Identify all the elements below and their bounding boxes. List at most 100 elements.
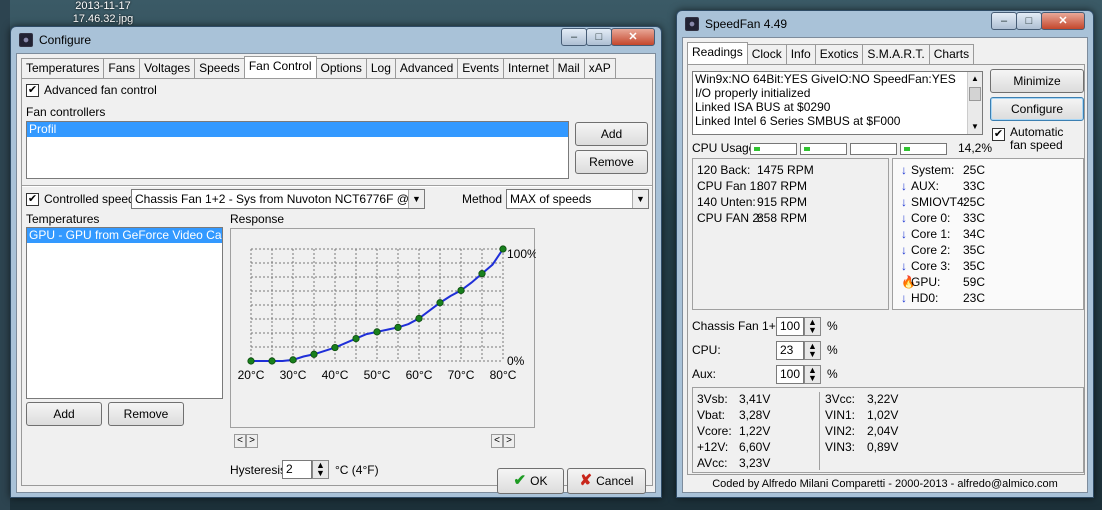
voltage-name: +12V: — [697, 440, 729, 454]
scroll-thumb[interactable] — [969, 87, 981, 101]
temp-name: Core 1: — [911, 227, 951, 241]
hysteresis-input[interactable]: 2 — [282, 460, 312, 479]
tab-speeds[interactable]: Speeds — [194, 58, 245, 78]
tab-s-m-a-r-t[interactable]: S.M.A.R.T. — [862, 44, 930, 64]
add-controller-button[interactable]: Add — [575, 122, 648, 146]
speedfan-tabs: Readings Clock Info Exotics S.M.A.R.T. Charts — [687, 42, 975, 64]
tab-internet[interactable]: Internet — [502, 58, 554, 78]
temp-row: ↓ System: 25C — [901, 163, 985, 179]
desktop-file-label[interactable]: 2013-11-17 17.46.32.jpg — [58, 0, 148, 26]
minimize-icon[interactable]: – — [561, 28, 587, 46]
controlled-speed-checkbox[interactable]: ✔ — [26, 193, 39, 206]
fan-controllers-list[interactable]: Profil — [26, 121, 569, 179]
remove-temperature-button[interactable]: Remove — [108, 402, 184, 426]
chevron-down-icon[interactable]: ▼ — [632, 190, 648, 208]
speed-input-chassis-fan-1-2[interactable]: 100 — [776, 317, 804, 336]
speedfan-titlebar[interactable]: SpeedFan 4.49 – □ ✕ — [677, 11, 1093, 37]
log-line: I/O properly initialized — [695, 86, 811, 100]
speed-label-chassis-fan-1-2: Chassis Fan 1+2: — [692, 319, 786, 333]
tab-fan-control[interactable]: Fan Control — [243, 56, 317, 78]
controller-item-profil[interactable]: Profil — [27, 122, 568, 137]
desktop-file-name: 17.46.32.jpg — [72, 13, 134, 25]
temp-row: ↓ Core 2: 35C — [901, 243, 985, 259]
speed-stepper[interactable]: ▲ ▼ — [804, 317, 821, 336]
temperatures-list[interactable]: GPU - GPU from GeForce Video Card @ Ind0 — [26, 227, 223, 399]
desktop-edge — [0, 0, 10, 510]
configure-button[interactable]: Configure — [990, 97, 1084, 121]
speed-input-aux[interactable]: 100 — [776, 365, 804, 384]
voltage-value: 0,89V — [867, 440, 899, 454]
fan-value: 1475 RPM — [757, 163, 814, 177]
maximize-icon[interactable]: □ — [1016, 12, 1042, 30]
tab-temperatures[interactable]: Temperatures — [21, 58, 105, 78]
tab-log[interactable]: Log — [365, 58, 396, 78]
tab-voltages[interactable]: Voltages — [139, 58, 196, 78]
speed-stepper[interactable]: ▲ ▼ — [804, 365, 821, 384]
scroll-down-icon[interactable]: ▼ — [968, 120, 982, 134]
voltage-value: 3,41V — [739, 392, 771, 406]
temperature-item-gpu[interactable]: GPU - GPU from GeForce Video Card @ Ind0 — [27, 228, 222, 243]
hysteresis-stepper[interactable]: ▲ ▼ — [312, 460, 329, 479]
tab-options[interactable]: Options — [315, 58, 367, 78]
tab-advanced[interactable]: Advanced — [394, 58, 459, 78]
advanced-fan-control-checkbox[interactable]: ✔ — [26, 84, 39, 97]
response-chart[interactable]: 20°C 30°C 40°C 50°C 60°C 70°C 80°C 100% 0% — [231, 229, 536, 429]
cancel-button[interactable]: ✘ Cancel — [567, 468, 646, 494]
tab-exotics[interactable]: Exotics — [814, 44, 864, 64]
voltage-value: 3,28V — [739, 408, 771, 422]
tab-charts[interactable]: Charts — [928, 44, 975, 64]
arrow-down-icon: ↓ — [901, 243, 907, 257]
voltage-name: VIN1: — [825, 408, 856, 422]
curve-left-arrow-icon[interactable]: < — [234, 434, 246, 448]
close-icon[interactable]: ✕ — [611, 28, 655, 46]
log-line: Linked Intel 6 Series SMBUS at $F000 — [695, 114, 901, 128]
tab-events[interactable]: Events — [457, 58, 504, 78]
automatic-fan-speed-checkbox[interactable]: ✔ — [992, 128, 1005, 141]
log-scrollbar[interactable]: ▲ ▼ — [967, 72, 982, 134]
voltage-name: VIN3: — [825, 440, 856, 454]
configure-title: Configure — [39, 33, 92, 47]
maximize-icon[interactable]: □ — [586, 28, 612, 46]
temp-name: System: — [911, 163, 955, 177]
tab-fans[interactable]: Fans — [103, 58, 141, 78]
tab-mail[interactable]: Mail — [552, 58, 585, 78]
curve-end-right-arrow-icon[interactable]: > — [503, 434, 515, 448]
minimize-icon[interactable]: – — [991, 12, 1017, 30]
temp-row: ↓ AUX: 33C — [901, 179, 985, 195]
method-select[interactable]: MAX of speeds ▼ — [506, 189, 649, 209]
response-curve-point — [436, 299, 444, 307]
tab-info[interactable]: Info — [785, 44, 816, 64]
temp-value: 34C — [963, 227, 986, 241]
speed-stepper[interactable]: ▲ ▼ — [804, 341, 821, 360]
curve-right-arrow-icon[interactable]: > — [246, 434, 258, 448]
controlled-speed-value: Chassis Fan 1+2 - Sys from Nuvoton NCT67… — [135, 192, 425, 206]
percent-unit: % — [827, 367, 838, 381]
tab-readings[interactable]: Readings — [687, 42, 748, 64]
controlled-speed-select[interactable]: Chassis Fan 1+2 - Sys from Nuvoton NCT67… — [131, 189, 425, 209]
speed-input-cpu[interactable]: 23 — [776, 341, 804, 360]
speedfan-app-icon — [19, 33, 33, 47]
voltage-column-divider — [819, 392, 820, 470]
speedfan-title: SpeedFan 4.49 — [705, 17, 788, 31]
curve-end-left-arrow-icon[interactable]: < — [491, 434, 503, 448]
configure-titlebar[interactable]: Configure – □ ✕ — [11, 27, 661, 53]
voltage-name: VIN2: — [825, 424, 856, 438]
close-icon[interactable]: ✕ — [1041, 12, 1085, 30]
temperature-readings-box: ↓ System: 25C ↓ AUX: 33C ↓ SMIOVT4:25C ↓ Core 0: 3… — [892, 158, 1084, 310]
remove-controller-button[interactable]: Remove — [575, 150, 648, 174]
chevron-down-icon[interactable]: ▼ — [408, 190, 424, 208]
x-tick-label: 80°C — [490, 368, 517, 382]
scroll-up-icon[interactable]: ▲ — [968, 72, 982, 86]
minimize-button[interactable]: Minimize — [990, 69, 1084, 93]
arrow-down-icon: ↓ — [901, 195, 907, 209]
tab-clock[interactable]: Clock — [746, 44, 787, 64]
add-temperature-button[interactable]: Add — [26, 402, 102, 426]
response-chart-box[interactable]: 20°C 30°C 40°C 50°C 60°C 70°C 80°C 100% 0% — [230, 228, 536, 429]
ok-button[interactable]: ✔ OK — [497, 468, 564, 494]
temp-row: ↓ HD0: 23C — [901, 291, 985, 307]
hysteresis-unit: °C (4°F) — [335, 463, 379, 477]
log-box[interactable]: Win9x:NO 64Bit:YES GiveIO:NO SpeedFan:YE… — [692, 71, 983, 135]
tab-xap[interactable]: xAP — [583, 58, 616, 78]
cpu-usage-label: CPU Usage — [692, 141, 756, 155]
response-curve-point — [499, 245, 507, 253]
